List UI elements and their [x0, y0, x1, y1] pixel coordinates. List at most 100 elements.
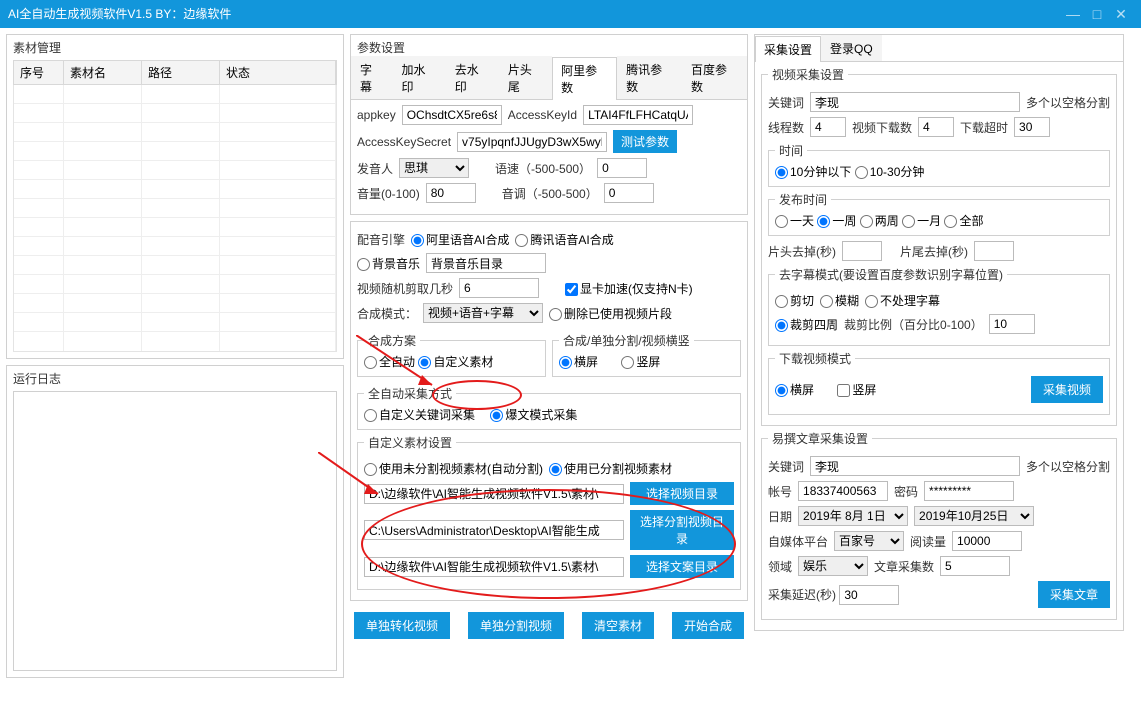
pitch-input[interactable]: [604, 183, 654, 203]
sub-cut-radio[interactable]: 剪切: [775, 292, 814, 309]
select-text-dir-button[interactable]: 选择文案目录: [630, 555, 734, 578]
minimize-icon[interactable]: —: [1061, 0, 1085, 28]
category-select[interactable]: 娱乐: [798, 556, 868, 576]
time-fieldset: 时间 10分钟以下 10-30分钟: [768, 142, 1110, 187]
voice-label: 发音人: [357, 160, 393, 177]
select-video-dir-button[interactable]: 选择视频目录: [630, 482, 734, 505]
engine-label: 配音引擎: [357, 231, 405, 248]
test-params-button[interactable]: 测试参数: [613, 130, 677, 153]
aks-label: AccessKeySecret: [357, 135, 451, 149]
date-from-select[interactable]: 2019年 8月 1日: [798, 506, 908, 526]
speed-label: 语速（-500-500）: [495, 160, 591, 177]
tab-headtail[interactable]: 片头尾: [499, 56, 552, 99]
dlnum-input[interactable]: [918, 117, 954, 137]
bgm-radio[interactable]: 背景音乐: [357, 255, 420, 272]
delay-input[interactable]: [839, 585, 899, 605]
tab-ali[interactable]: 阿里参数: [552, 57, 617, 100]
pub-month-radio[interactable]: 一月: [902, 214, 941, 228]
pub-day-radio[interactable]: 一天: [775, 214, 814, 228]
pub-week-radio[interactable]: 一周: [817, 214, 856, 228]
gpu-checkbox[interactable]: 显卡加速(仅支持N卡): [565, 280, 693, 297]
dl-v-radio[interactable]: 竖屏: [837, 383, 876, 397]
password-input[interactable]: [924, 481, 1014, 501]
clip-input[interactable]: [459, 278, 539, 298]
pub-2week-radio[interactable]: 两周: [860, 214, 899, 228]
account-input[interactable]: [798, 481, 888, 501]
tab-watermark[interactable]: 加水印: [392, 56, 445, 99]
material-grid[interactable]: [13, 85, 337, 352]
close-icon[interactable]: ✕: [1109, 0, 1133, 28]
log-title: 运行日志: [13, 370, 337, 387]
split-radio[interactable]: 使用已分割视频素材: [549, 460, 672, 477]
material-panel: 素材管理 序号 素材名 路径 状态: [6, 34, 344, 359]
voice-select[interactable]: 思琪: [399, 158, 469, 178]
tail-trim-input[interactable]: [974, 241, 1014, 261]
time-10-radio[interactable]: 10分钟以下: [775, 165, 851, 179]
threads-input[interactable]: [810, 117, 846, 137]
tab-dewatermark[interactable]: 去水印: [446, 56, 499, 99]
read-input[interactable]: [952, 531, 1022, 551]
clear-material-button[interactable]: 清空素材: [582, 612, 654, 639]
mode-select[interactable]: 视频+语音+字幕: [423, 303, 543, 323]
log-box[interactable]: [13, 391, 337, 671]
material-title: 素材管理: [13, 39, 337, 56]
akid-input[interactable]: [583, 105, 693, 125]
pub-all-radio[interactable]: 全部: [944, 214, 983, 228]
select-split-dir-button[interactable]: 选择分割视频目录: [630, 510, 734, 550]
video-dir-input[interactable]: [364, 484, 624, 504]
collect-burst-radio[interactable]: 爆文模式采集: [490, 408, 577, 422]
vertical-radio[interactable]: 竖屏: [621, 355, 660, 369]
collect-kw-radio[interactable]: 自定义关键词采集: [364, 408, 475, 422]
vkw-input[interactable]: [810, 92, 1020, 112]
volume-input[interactable]: [426, 183, 476, 203]
split-dir-input[interactable]: [364, 520, 624, 540]
maximize-icon[interactable]: □: [1085, 0, 1109, 28]
titlebar: AI全自动生成视频软件V1.5 BY：边缘软件 — □ ✕: [0, 0, 1141, 28]
appkey-input[interactable]: [402, 105, 502, 125]
horizontal-radio[interactable]: 横屏: [559, 355, 598, 369]
art-kw-input[interactable]: [810, 456, 1020, 476]
platform-select[interactable]: 百家号: [834, 531, 904, 551]
collect-mode-fieldset: 全自动采集方式 自定义关键词采集 爆文模式采集: [357, 385, 741, 430]
tab-baidu[interactable]: 百度参数: [682, 56, 747, 99]
crop-ratio-input[interactable]: [989, 314, 1035, 334]
artnum-input[interactable]: [940, 556, 1010, 576]
material-grid-header: 序号 素材名 路径 状态: [13, 60, 337, 85]
head-trim-input[interactable]: [842, 241, 882, 261]
akid-label: AccessKeyId: [508, 108, 577, 122]
dlmode-fieldset: 下载视频模式 横屏 竖屏 采集视频: [768, 350, 1110, 415]
dl-h-radio[interactable]: 横屏: [775, 383, 814, 397]
timeout-input[interactable]: [1014, 117, 1050, 137]
right-tabs: 采集设置 登录QQ: [755, 35, 1123, 62]
sub-crop-radio[interactable]: 裁剪四周: [775, 316, 838, 333]
engine-ali-radio[interactable]: 阿里语音AI合成: [411, 231, 509, 248]
params-title: 参数设置: [357, 39, 741, 56]
unsplit-radio[interactable]: 使用未分割视频素材(自动分割): [364, 460, 543, 477]
collect-article-button[interactable]: 采集文章: [1038, 581, 1110, 608]
start-compose-button[interactable]: 开始合成: [672, 612, 744, 639]
tab-subtitle[interactable]: 字幕: [351, 56, 392, 99]
sub-blur-radio[interactable]: 模糊: [820, 292, 859, 309]
split-video-button[interactable]: 单独分割视频: [468, 612, 564, 639]
plan-custom-radio[interactable]: 自定义素材: [418, 355, 493, 369]
tab-tencent[interactable]: 腾讯参数: [617, 56, 682, 99]
tab-collect[interactable]: 采集设置: [755, 36, 821, 62]
video-collect-fieldset: 视频采集设置 关键词 多个以空格分割 线程数 视频下载数 下载超时 时间 10分…: [761, 66, 1117, 426]
split-fieldset: 合成/单独分割/视频横竖 横屏 竖屏: [552, 332, 741, 377]
bgm-dir-input[interactable]: [426, 253, 546, 273]
params-panel: 参数设置 字幕 加水印 去水印 片头尾 阿里参数 腾讯参数 百度参数 appke…: [350, 34, 748, 215]
date-to-select[interactable]: 2019年10月25日: [914, 506, 1034, 526]
tab-qq[interactable]: 登录QQ: [821, 35, 882, 61]
mode-label: 合成模式：: [357, 305, 417, 322]
text-dir-input[interactable]: [364, 557, 624, 577]
delete-used-radio[interactable]: 删除已使用视频片段: [549, 305, 672, 322]
aks-input[interactable]: [457, 132, 607, 152]
convert-video-button[interactable]: 单独转化视频: [354, 612, 450, 639]
plan-auto-radio[interactable]: 全自动: [364, 355, 415, 369]
engine-tx-radio[interactable]: 腾讯语音AI合成: [515, 231, 613, 248]
collect-video-button[interactable]: 采集视频: [1031, 376, 1103, 403]
log-panel: 运行日志: [6, 365, 344, 678]
sub-none-radio[interactable]: 不处理字幕: [865, 292, 940, 309]
speed-input[interactable]: [597, 158, 647, 178]
time-30-radio[interactable]: 10-30分钟: [855, 165, 925, 179]
